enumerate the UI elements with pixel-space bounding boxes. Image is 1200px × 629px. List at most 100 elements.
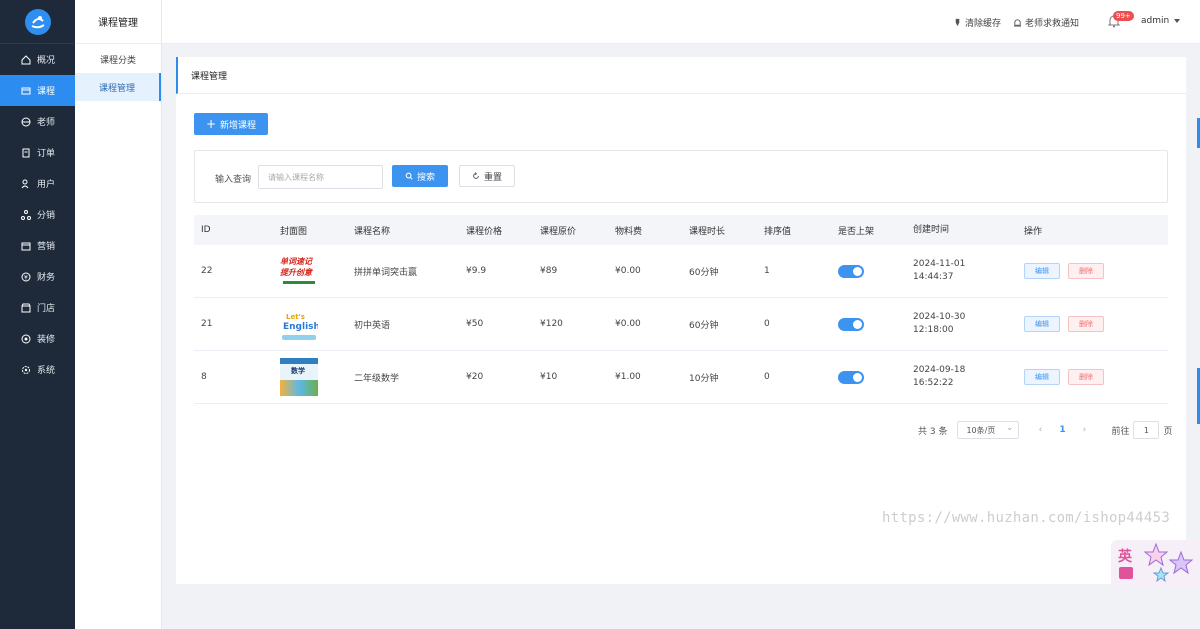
floating-widget[interactable]: 英: [1111, 540, 1200, 588]
on-shelf-toggle[interactable]: [838, 370, 864, 384]
delete-button[interactable]: 删除: [1068, 369, 1104, 385]
cell-created: 2024-11-01 14:44:37: [913, 258, 1024, 284]
page-size-select[interactable]: 10条/页: [957, 421, 1020, 439]
course-cover-image[interactable]: 数学: [280, 358, 318, 396]
delete-button[interactable]: 删除: [1068, 263, 1104, 279]
page-number[interactable]: 1: [1051, 425, 1073, 435]
marketing-icon: [21, 242, 31, 250]
reset-button-label: 重置: [483, 172, 502, 183]
cell-sort: 0: [764, 319, 770, 329]
col-header-orig-price: 课程原价: [540, 226, 577, 237]
notification-badge: 99+: [1113, 11, 1134, 21]
sidebar-item-decorate[interactable]: 装修: [0, 323, 75, 354]
search-panel: 输入查询 请输入课程名称 搜索 重置: [194, 150, 1168, 203]
goto-page: 前往 1 页: [1111, 421, 1172, 439]
watermark: https://www.huzhan.com/ishop44453: [882, 510, 1171, 526]
created-date: 2024-10-30: [913, 312, 966, 322]
edit-button[interactable]: 编辑: [1024, 316, 1060, 332]
cell-material: ¥1.00: [615, 372, 641, 382]
username: admin: [1141, 16, 1170, 26]
cell-actions: 编辑 删除: [1024, 263, 1164, 279]
sidebar-item-marketing[interactable]: 营销: [0, 230, 75, 261]
goto-suffix: 页: [1163, 426, 1173, 437]
delete-button[interactable]: 删除: [1068, 316, 1104, 332]
subnav-item-course-manage[interactable]: 课程管理: [75, 73, 161, 101]
sidebar-item-label: 分销: [37, 211, 56, 221]
cell-created: 2024-10-30 12:18:00: [913, 311, 1024, 337]
next-page-icon[interactable]: ›: [1073, 425, 1095, 435]
cell-price: ¥20: [466, 372, 484, 382]
refresh-icon: [473, 172, 479, 179]
cover-text: 提升创意: [280, 268, 312, 277]
app-logo: [0, 0, 75, 44]
teacher-help-label: 老师求救通知: [1025, 19, 1080, 29]
cover-illustration: [280, 380, 318, 396]
on-shelf-toggle[interactable]: [838, 264, 864, 278]
course-cover-image[interactable]: 单词速记 提升创意: [280, 252, 318, 290]
home-icon: [21, 54, 31, 64]
sidebar-item-distribution[interactable]: 分销: [0, 199, 75, 230]
cell-actions: 编辑 删除: [1024, 316, 1164, 332]
widget-label: 英: [1118, 549, 1132, 565]
cell-price: ¥50: [466, 319, 484, 329]
store-icon: [21, 303, 31, 312]
order-icon: [22, 148, 30, 157]
cell-sort: 1: [764, 266, 770, 276]
subnav-title: 课程管理: [75, 0, 161, 44]
edit-button[interactable]: 编辑: [1024, 263, 1060, 279]
clear-cache-link[interactable]: 清除缓存: [953, 16, 1001, 29]
cover-stripe: [282, 335, 316, 340]
sidebar-item-system[interactable]: 系统: [0, 354, 75, 385]
sidebar-item-teacher[interactable]: 老师: [0, 106, 75, 137]
course-cover-image[interactable]: Let's English: [280, 305, 318, 343]
search-button[interactable]: 搜索: [392, 165, 448, 187]
cell-id: 22: [201, 266, 213, 276]
reset-button[interactable]: 重置: [459, 165, 515, 187]
col-header-actions: 操作: [1024, 226, 1043, 237]
distribution-icon: [21, 209, 31, 220]
user-menu[interactable]: admin: [1141, 16, 1181, 26]
cell-name: 初中英语: [354, 320, 391, 331]
col-header-on-shelf: 是否上架: [838, 226, 875, 237]
goto-page-input[interactable]: 1: [1133, 421, 1160, 439]
shirt-icon: [1119, 567, 1133, 579]
cover-stripe: [283, 281, 315, 284]
cell-on-shelf: [838, 370, 913, 384]
course-table: ID 封面图 课程名称 课程价格 课程原价 物料费 课程时长 排序值 是否上架 …: [194, 215, 1168, 404]
sidebar-item-store[interactable]: 门店: [0, 292, 75, 323]
col-header-price: 课程价格: [466, 226, 503, 237]
table-row: 22 单词速记 提升创意 拼拼单词突击赢 ¥9.9 ¥89 ¥0.00 60分钟…: [194, 245, 1168, 298]
table-row: 21 Let's English 初中英语 ¥50 ¥120 ¥0.00 60分…: [194, 298, 1168, 351]
goto-label: 前往: [1111, 426, 1130, 437]
cell-name: 二年级数学: [354, 373, 400, 384]
sidebar-item-label: 用户: [37, 180, 56, 190]
col-header-created: 创建时间: [913, 224, 950, 235]
teacher-help-link[interactable]: 老师求救通知: [1013, 16, 1079, 29]
on-shelf-toggle[interactable]: [838, 317, 864, 331]
main-sidebar: 概况 课程 老师 订单 用户 分销 营销 ¥ 财务 门店 装修 系统: [0, 0, 75, 629]
top-header: 清除缓存 老师求救通知 99+ admin: [162, 0, 1200, 44]
cell-id: 21: [201, 319, 213, 329]
alarm-icon: [1013, 19, 1022, 27]
sidebar-item-order[interactable]: 订单: [0, 137, 75, 168]
cell-duration: 60分钟: [689, 267, 719, 278]
finance-icon: ¥: [21, 272, 31, 281]
sidebar-item-course[interactable]: 课程: [0, 75, 75, 106]
cell-duration: 60分钟: [689, 320, 719, 331]
sidebar-item-overview[interactable]: 概况: [0, 44, 75, 75]
edit-button[interactable]: 编辑: [1024, 369, 1060, 385]
course-name-input[interactable]: 请输入课程名称: [258, 165, 383, 189]
cell-cover: Let's English: [280, 305, 354, 343]
sidebar-item-user[interactable]: 用户: [0, 168, 75, 199]
table-header: ID 封面图 课程名称 课程价格 课程原价 物料费 课程时长 排序值 是否上架 …: [194, 215, 1168, 245]
subnav-item-category[interactable]: 课程分类: [75, 45, 161, 73]
prev-page-icon[interactable]: ‹: [1029, 425, 1051, 435]
sidebar-item-label: 课程: [37, 87, 56, 97]
add-course-button[interactable]: + 新增课程: [194, 113, 268, 135]
created-time: 12:18:00: [913, 325, 954, 335]
sidebar-item-label: 门店: [37, 304, 56, 314]
sidebar-item-finance[interactable]: ¥ 财务: [0, 261, 75, 292]
cover-stripe: [280, 358, 318, 364]
created-date: 2024-11-01: [913, 259, 966, 269]
cell-cover: 数学: [280, 358, 354, 396]
